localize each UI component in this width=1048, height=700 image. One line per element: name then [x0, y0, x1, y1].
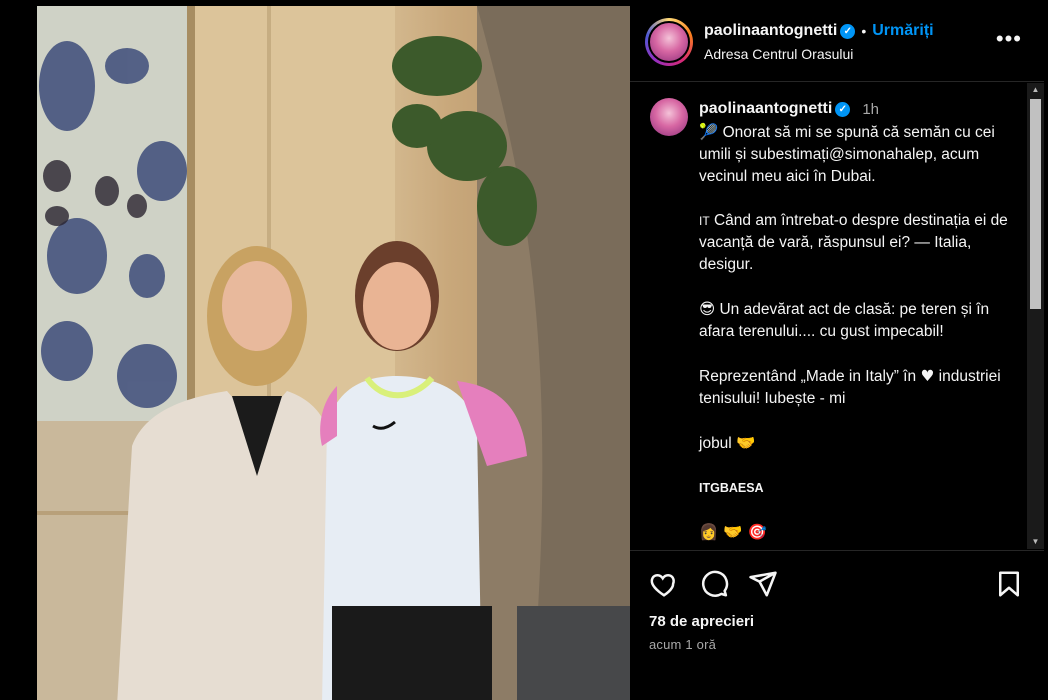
caption-line: jobul [699, 435, 732, 452]
header-username[interactable]: paolinaantognetti [704, 22, 837, 40]
verified-badge-icon: ✓ [840, 23, 856, 39]
follow-button[interactable]: Urmăriți [872, 22, 933, 40]
caption-scrollbar[interactable]: ▲ ▼ [1027, 83, 1044, 549]
caption-time[interactable]: 1h [862, 101, 879, 118]
share-send-icon[interactable] [748, 569, 778, 599]
scroll-up-arrow-icon[interactable]: ▲ [1027, 83, 1044, 97]
caption-paragraph-7: 👩 🤝 🎯 [699, 521, 1019, 544]
tennis-icon: 🎾 [699, 123, 719, 141]
caption-avatar[interactable] [650, 98, 688, 136]
location-link[interactable]: Adresa Centrul Orasului [704, 46, 853, 62]
more-options-icon[interactable]: ••• [996, 26, 1022, 52]
post-actions: 78 de aprecieri acum 1 oră [630, 550, 1044, 700]
header-user-line: paolinaantognetti ✓ • Urmăriți [704, 22, 934, 40]
caption-paragraph-1: 🎾 Onorat să mi se spună că semăn cu cei … [699, 121, 1019, 188]
post-side-panel: paolinaantognetti ✓ • Urmăriți Adresa Ce… [630, 0, 1048, 700]
caption-username[interactable]: paolinaantognetti [699, 100, 832, 118]
sunglasses-icon: 😎 [699, 300, 716, 318]
post-header: paolinaantognetti ✓ • Urmăriți Adresa Ce… [630, 0, 1044, 82]
like-heart-icon[interactable] [649, 569, 679, 599]
heart-emoji-icon: ♥ [920, 367, 935, 385]
caption-paragraph-2: IT Când am întrebat-o despre destinația … [699, 210, 1019, 276]
separator-dot: • [861, 23, 867, 39]
caption-line: Reprezentând „Made in Italy” în [699, 368, 917, 385]
caption-line: Un adevărat act de clasă: pe teren și în… [699, 301, 990, 340]
post-image [37, 6, 630, 700]
scroll-down-arrow-icon[interactable]: ▼ [1027, 535, 1044, 549]
caption-line: Când am întrebat-o despre destinația ei … [699, 212, 1008, 273]
hashtag-text: ITGBAESA [699, 481, 764, 495]
handshake-icon: 🤝 [736, 434, 756, 452]
caption-line: Onorat să mi se spună că semăn cu cei um… [699, 124, 995, 185]
verified-badge-icon: ✓ [835, 101, 851, 117]
caption-paragraph-3: 😎 Un adevărat act de clasă: pe teren și … [699, 298, 1019, 343]
caption-text: 🎾 Onorat să mi se spună că semăn cu cei … [699, 121, 1019, 549]
scroll-thumb[interactable] [1030, 99, 1041, 309]
caption-paragraph-4: Reprezentând „Made in Italy” în ♥ indust… [699, 365, 1019, 410]
post-photo[interactable] [0, 0, 630, 700]
post-time-ago[interactable]: acum 1 oră [649, 637, 716, 652]
italy-flag-icon: IT [699, 214, 710, 228]
likes-count[interactable]: 78 de aprecieri [649, 613, 754, 630]
caption-paragraph-5: jobul 🤝 [699, 432, 1019, 455]
photo-illustration [37, 6, 630, 700]
caption-scroll-area[interactable]: paolinaantognetti ✓ 1h 🎾 Onorat să mi se… [630, 83, 1044, 549]
emoji-row: 👩 🤝 🎯 [699, 523, 767, 541]
caption-user-line: paolinaantognetti ✓ 1h [699, 100, 879, 118]
save-bookmark-icon[interactable] [994, 569, 1024, 599]
avatar[interactable] [648, 21, 690, 63]
caption-paragraph-6: ITGBAESA [699, 477, 1019, 499]
author-avatar-ring[interactable] [645, 18, 693, 66]
comment-icon[interactable] [699, 569, 729, 599]
